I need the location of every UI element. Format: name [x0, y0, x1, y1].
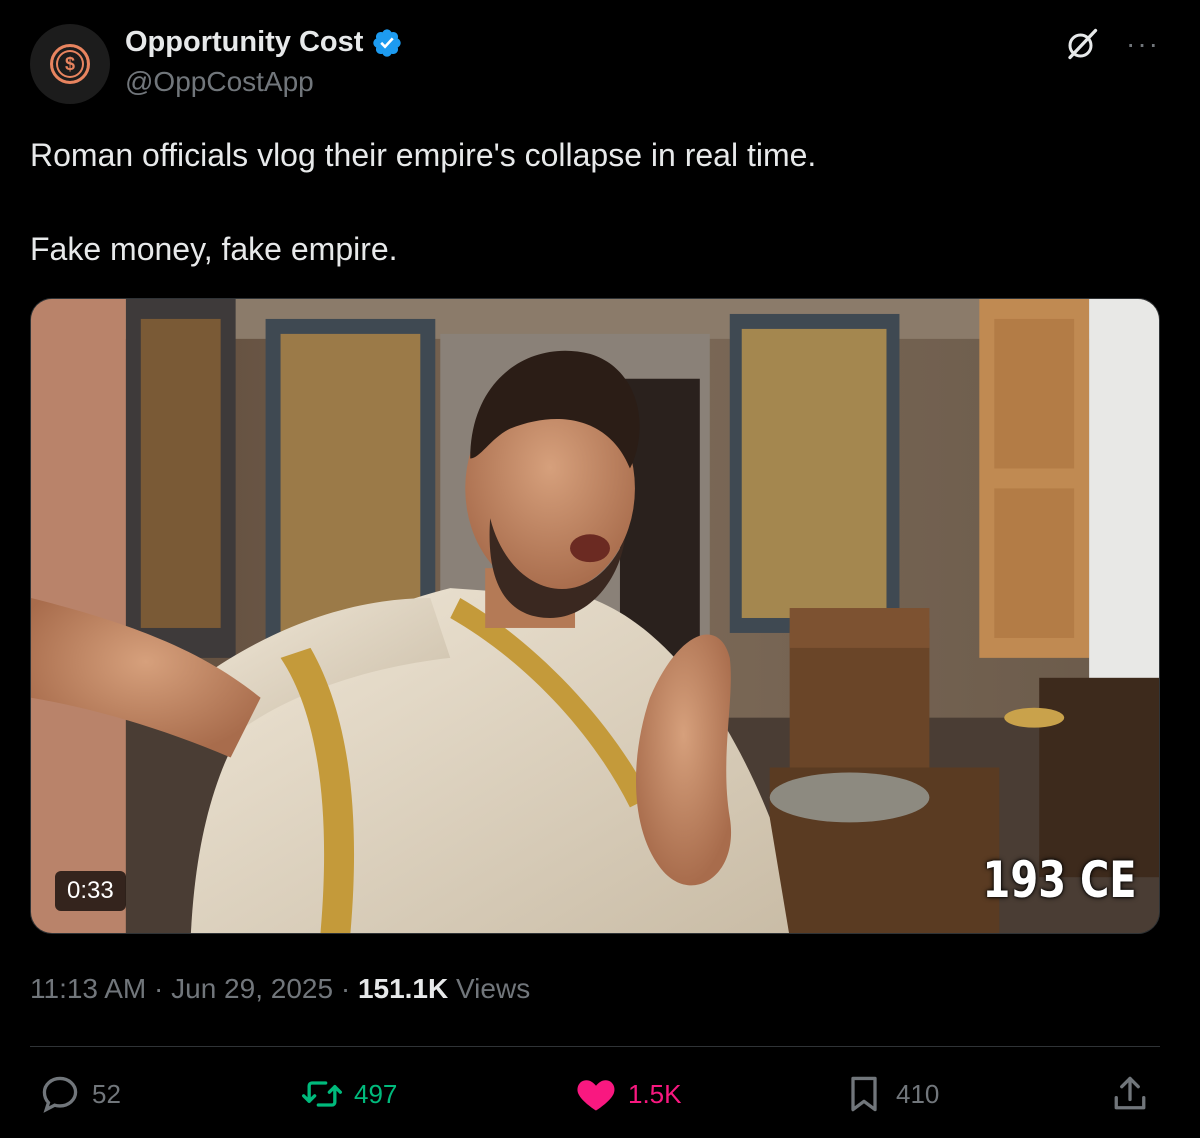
video-thumbnail — [31, 299, 1159, 933]
author-name-row: Opportunity Cost — [125, 26, 403, 59]
tweet-text: Roman officials vlog their empire's coll… — [30, 136, 1160, 324]
reply-button[interactable]: 52 — [38, 1072, 121, 1116]
grok-icon[interactable] — [1064, 26, 1100, 62]
like-button[interactable]: 1.5K — [574, 1072, 682, 1116]
more-options-icon[interactable]: ··· — [1126, 30, 1160, 58]
author-display-name[interactable]: Opportunity Cost — [125, 26, 363, 59]
tweet-meta: 11:13 AM · Jun 29, 2025 · 151.1K Views — [30, 973, 530, 1005]
video-player[interactable]: 0:33 193 CE — [30, 298, 1160, 934]
repost-button[interactable]: 497 — [300, 1072, 397, 1116]
top-actions: ··· — [1064, 26, 1160, 62]
heart-icon — [577, 1080, 615, 1111]
bookmark-count: 410 — [896, 1078, 940, 1109]
author-avatar[interactable]: $ — [30, 24, 110, 104]
meta-separator: · — [154, 973, 164, 1004]
tweet-paragraph: Fake money, fake empire. — [30, 231, 398, 267]
share-icon — [1114, 1076, 1146, 1110]
divider — [30, 1046, 1160, 1047]
views-count: 151.1K — [357, 973, 449, 1004]
meta-separator: · — [340, 973, 351, 1004]
views-label: Views — [456, 973, 531, 1004]
video-duration-badge: 0:33 — [55, 871, 126, 911]
tweet-time[interactable]: 11:13 AM — [30, 973, 146, 1004]
reply-icon — [42, 1076, 78, 1113]
bookmark-icon — [851, 1076, 877, 1112]
tweet-date[interactable]: Jun 29, 2025 — [171, 973, 333, 1004]
coin-icon: $ — [50, 44, 90, 84]
verified-badge-icon — [373, 28, 402, 57]
repost-count: 497 — [354, 1078, 398, 1109]
video-caption-overlay: 193 CE — [982, 851, 1137, 909]
author-handle[interactable]: @OppCostApp — [125, 66, 314, 98]
reply-count: 52 — [92, 1078, 121, 1109]
share-button[interactable] — [1108, 1072, 1152, 1116]
like-count: 1.5K — [628, 1078, 682, 1109]
bookmark-button[interactable]: 410 — [842, 1072, 939, 1116]
tweet-paragraph: Roman officials vlog their empire's coll… — [30, 137, 817, 173]
repost-icon — [302, 1081, 342, 1107]
